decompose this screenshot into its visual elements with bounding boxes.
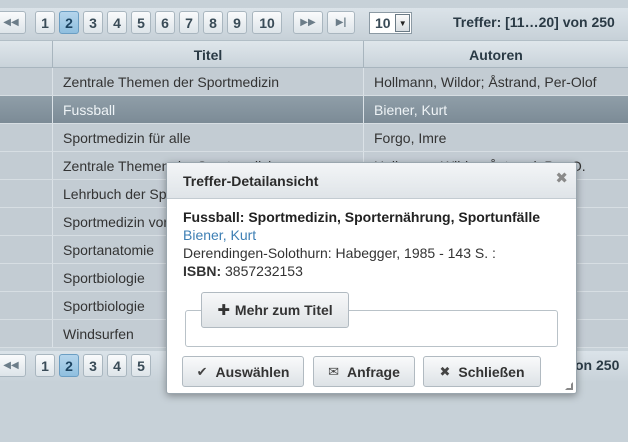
column-header-autoren[interactable]: Autoren: [363, 41, 628, 68]
page-button[interactable]: 5: [131, 354, 151, 377]
page-size-select[interactable]: 10 ▼: [369, 12, 412, 34]
page-button[interactable]: 10: [252, 11, 282, 34]
resize-grip-icon[interactable]: [565, 382, 573, 390]
select-button-label: Auswählen: [215, 363, 290, 380]
page-button[interactable]: 1: [35, 354, 55, 377]
table-row-selected[interactable]: Fussball Biener, Kurt: [0, 96, 628, 124]
close-button-label: Schließen: [458, 363, 525, 380]
request-button-label: Anfrage: [347, 363, 400, 380]
plus-icon: ✚: [217, 302, 230, 319]
isbn-value: 3857232153: [225, 263, 303, 279]
column-header-titel[interactable]: Titel: [52, 41, 363, 68]
first-page-icon[interactable]: ◀◀: [0, 11, 26, 34]
page-button-active[interactable]: 2: [59, 354, 79, 377]
table-row[interactable]: Sportmedizin für alle Forgo, Imre: [0, 124, 628, 152]
page-button[interactable]: 5: [131, 11, 151, 34]
page-button[interactable]: 4: [107, 354, 127, 377]
close-button[interactable]: ✖ Schließen: [423, 356, 541, 387]
dialog-title: Treffer-Detailansicht: [183, 172, 319, 189]
dialog-titlebar[interactable]: Treffer-Detailansicht ✖: [167, 163, 576, 199]
page-button[interactable]: 6: [155, 11, 175, 34]
first-page-icon[interactable]: ◀◀: [0, 354, 26, 377]
more-button-label: Mehr zum Titel: [234, 302, 333, 318]
close-icon[interactable]: ✖: [555, 169, 568, 187]
more-about-title-button[interactable]: ✚ Mehr zum Titel: [201, 292, 349, 328]
page-button[interactable]: 8: [203, 11, 223, 34]
envelope-icon: ✉: [328, 363, 339, 379]
cell-autoren: Hollmann, Wildor; Åstrand, Per-Olof: [363, 68, 628, 95]
last-page-icon[interactable]: ▶|: [327, 11, 355, 34]
page-button[interactable]: 1: [35, 11, 55, 34]
item-publication: Derendingen-Solothurn: Habegger, 1985 - …: [183, 245, 496, 261]
next-page-icon[interactable]: ▶▶: [293, 11, 323, 34]
item-isbn: ISBN: 3857232153: [183, 262, 560, 280]
page-button[interactable]: 4: [107, 11, 127, 34]
dialog-body: Fussball: Sportmedizin, Sporternährung, …: [167, 199, 576, 280]
chevron-down-icon[interactable]: ▼: [395, 14, 410, 32]
hits-count: on 250: [575, 357, 620, 373]
x-icon: ✖: [439, 363, 451, 379]
table-row[interactable]: Zentrale Themen der Sportmedizin Hollman…: [0, 68, 628, 96]
page-button[interactable]: 3: [83, 11, 103, 34]
cell-autoren: Forgo, Imre: [363, 124, 628, 151]
check-icon: ✔: [196, 363, 208, 379]
cell-autoren: Biener, Kurt: [363, 96, 628, 123]
page-button[interactable]: 7: [179, 11, 199, 34]
cell-titel: Fussball: [52, 96, 363, 123]
detail-dialog: Treffer-Detailansicht ✖ Fussball: Sportm…: [166, 162, 577, 394]
isbn-label: ISBN:: [183, 263, 222, 279]
request-button[interactable]: ✉ Anfrage: [313, 356, 415, 387]
select-button[interactable]: ✔ Auswählen: [182, 356, 304, 387]
page-size-value: 10: [375, 15, 391, 31]
item-title: Fussball: Sportmedizin, Sporternährung, …: [183, 209, 541, 225]
cell-titel: Zentrale Themen der Sportmedizin: [52, 68, 363, 95]
table-header: Titel Autoren: [0, 40, 628, 68]
cell-titel: Sportmedizin für alle: [52, 124, 363, 151]
page-button[interactable]: 9: [227, 11, 247, 34]
item-author-link[interactable]: Biener, Kurt: [183, 226, 560, 244]
pager-top: ◀◀ 1 2 3 4 5 6 7 8 9 10 ▶▶ ▶| 10 ▼ Treff…: [0, 8, 628, 38]
hits-count: Treffer: [11…20] von 250: [453, 14, 615, 30]
page-button[interactable]: 3: [83, 354, 103, 377]
page-button-active[interactable]: 2: [59, 11, 79, 34]
